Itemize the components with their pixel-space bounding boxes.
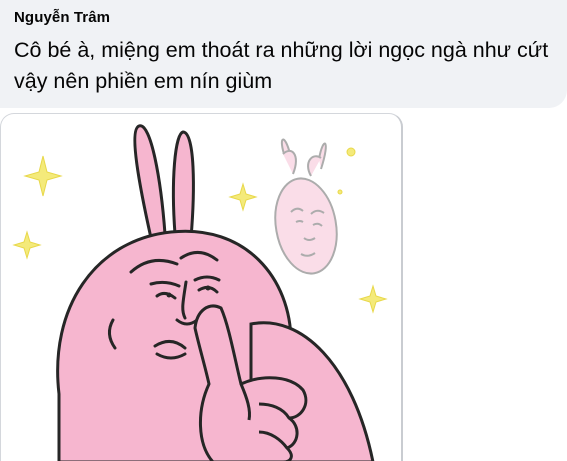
comment-bubble: Nguyễn Trâm Cô bé à, miệng em thoát ra n… [0, 0, 567, 108]
comment-message: Cô bé à, miệng em thoát ra những lời ngọ… [14, 38, 549, 93]
ghost-bunny-head [274, 138, 338, 275]
comment-author[interactable]: Nguyễn Trâm [14, 9, 110, 26]
sticker-image[interactable] [0, 113, 403, 461]
eye-dot [205, 285, 211, 291]
comment-screen: Nguyễn Trâm Cô bé à, miệng em thoát ra n… [0, 0, 567, 461]
bunny-ears [133, 124, 195, 240]
eye-dot [166, 292, 172, 298]
